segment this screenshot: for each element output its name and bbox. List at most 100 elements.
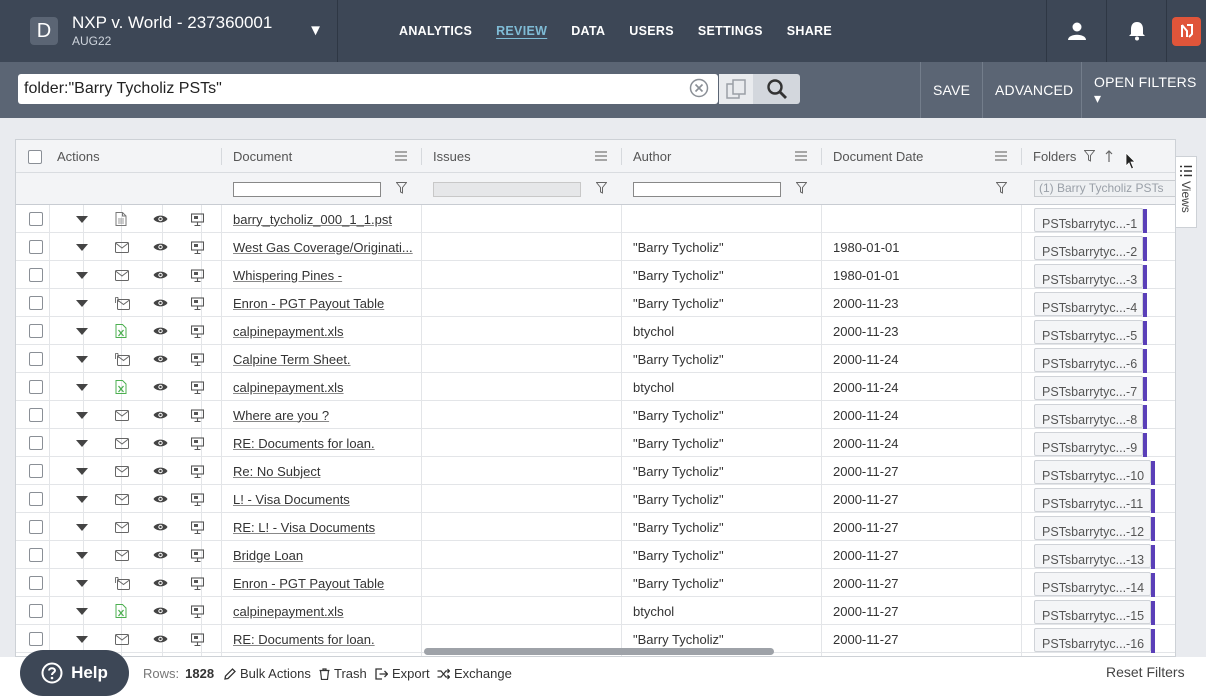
folder-tag[interactable]: PSTsbarrytyc...-11 (1034, 488, 1155, 513)
presentation-icon[interactable] (191, 569, 204, 597)
preview-eye-icon[interactable] (153, 513, 168, 541)
row-checkbox[interactable] (29, 520, 43, 534)
folder-tag[interactable]: PSTsbarrytyc...-10 (1034, 460, 1155, 485)
folder-tag[interactable]: PSTsbarrytyc...-13 (1034, 544, 1155, 569)
preview-eye-icon[interactable] (153, 457, 168, 485)
reset-filters-button[interactable]: Reset Filters (1106, 664, 1185, 680)
caret-down-icon[interactable]: ▼ (308, 22, 323, 39)
presentation-icon[interactable] (191, 541, 204, 569)
document-link[interactable]: Whispering Pines - (233, 268, 342, 283)
preview-eye-icon[interactable] (153, 289, 168, 317)
document-link[interactable]: Enron - PGT Payout Table (233, 576, 384, 591)
table-row[interactable]: L! - Visa Documents "Barry Tycholiz" 2000-… (16, 485, 1175, 513)
row-expand-caret-icon[interactable] (76, 457, 88, 485)
preview-eye-icon[interactable] (153, 373, 168, 401)
document-link[interactable]: Enron - PGT Payout Table (233, 296, 384, 311)
row-expand-caret-icon[interactable] (76, 569, 88, 597)
preview-eye-icon[interactable] (153, 233, 168, 261)
table-row[interactable]: Whispering Pines - "Barry Tycholiz" 1980-0… (16, 261, 1175, 289)
folder-tag[interactable]: PSTsbarrytyc...-12 (1034, 516, 1155, 541)
presentation-icon[interactable] (191, 233, 204, 261)
folder-tag[interactable]: PSTsbarrytyc...-6 (1034, 348, 1147, 373)
preview-eye-icon[interactable] (153, 625, 168, 653)
document-link[interactable]: Where are you ? (233, 408, 329, 423)
document-link[interactable]: calpinepayment.xls (233, 324, 344, 339)
horizontal-scrollbar[interactable] (424, 648, 774, 655)
user-profile-button[interactable] (1046, 0, 1106, 62)
column-menu-icon[interactable] (795, 151, 807, 161)
preview-eye-icon[interactable] (153, 429, 168, 457)
sort-ascending-icon[interactable] (1105, 150, 1113, 162)
preview-eye-icon[interactable] (153, 597, 168, 625)
column-header-actions[interactable]: Actions (57, 140, 100, 173)
nav-data[interactable]: DATA (571, 24, 605, 38)
nav-users[interactable]: USERS (629, 24, 674, 38)
row-checkbox[interactable] (29, 240, 43, 254)
row-expand-caret-icon[interactable] (76, 597, 88, 625)
select-all-checkbox[interactable] (28, 149, 42, 164)
row-expand-caret-icon[interactable] (76, 513, 88, 541)
row-expand-caret-icon[interactable] (76, 429, 88, 457)
row-checkbox[interactable] (29, 212, 43, 226)
table-row[interactable]: calpinepayment.xls btychol 2000-11-27 PSTsb… (16, 597, 1175, 625)
table-row[interactable]: Where are you ? "Barry Tycholiz" 2000-11-2… (16, 401, 1175, 429)
row-checkbox[interactable] (29, 408, 43, 422)
folder-tag[interactable]: PSTsbarrytyc...-1 (1034, 208, 1147, 233)
filter-active-icon[interactable] (1084, 150, 1095, 162)
preview-eye-icon[interactable] (153, 317, 168, 345)
row-checkbox[interactable] (29, 576, 43, 590)
project-selector[interactable]: D NXP v. World - 237360001 AUG22 ▼ (0, 0, 338, 62)
row-checkbox[interactable] (29, 632, 43, 646)
table-row[interactable]: Enron - PGT Payout Table "Barry Tycholiz"… (16, 289, 1175, 317)
presentation-icon[interactable] (191, 625, 204, 653)
document-link[interactable]: barry_tycholiz_000_1_1.pst (233, 212, 392, 227)
presentation-icon[interactable] (191, 373, 204, 401)
row-expand-caret-icon[interactable] (76, 625, 88, 653)
brand-menu-button[interactable] (1166, 0, 1206, 62)
preview-eye-icon[interactable] (153, 541, 168, 569)
preview-eye-icon[interactable] (153, 401, 168, 429)
folders-filter-value[interactable]: (1) Barry Tycholiz PSTs (1034, 180, 1175, 197)
document-link[interactable]: Bridge Loan (233, 548, 303, 563)
folder-tag[interactable]: PSTsbarrytyc...-5 (1034, 320, 1147, 345)
row-expand-caret-icon[interactable] (76, 541, 88, 569)
presentation-icon[interactable] (191, 597, 204, 625)
funnel-icon[interactable] (996, 182, 1007, 194)
folder-tag[interactable]: PSTsbarrytyc...-16 (1034, 628, 1155, 653)
table-row[interactable]: Re: No Subject "Barry Tycholiz" 2000-11-27… (16, 457, 1175, 485)
document-link[interactable]: calpinepayment.xls (233, 380, 344, 395)
search-input[interactable] (18, 74, 678, 104)
row-expand-caret-icon[interactable] (76, 289, 88, 317)
table-row[interactable]: Bridge Loan "Barry Tycholiz" 2000-11-27 PST… (16, 541, 1175, 569)
table-row[interactable]: West Gas Coverage/Originati... "Barry Tyc… (16, 233, 1175, 261)
author-filter-input[interactable] (633, 182, 781, 197)
document-link[interactable]: Calpine Term Sheet. (233, 352, 351, 367)
clear-search-button[interactable] (689, 78, 709, 98)
presentation-icon[interactable] (191, 289, 204, 317)
row-expand-caret-icon[interactable] (76, 261, 88, 289)
search-button[interactable] (753, 74, 800, 104)
table-row[interactable]: Enron - PGT Payout Table "Barry Tycholiz"… (16, 569, 1175, 597)
row-checkbox[interactable] (29, 604, 43, 618)
table-row[interactable]: RE: Documents for loan. "Barry Tycholiz" 2… (16, 429, 1175, 457)
document-link[interactable]: RE: Documents for loan. (233, 632, 375, 647)
row-checkbox[interactable] (29, 380, 43, 394)
row-checkbox[interactable] (29, 548, 43, 562)
funnel-icon[interactable] (396, 182, 407, 194)
document-link[interactable]: calpinepayment.xls (233, 604, 344, 619)
presentation-icon[interactable] (191, 429, 204, 457)
row-checkbox[interactable] (29, 436, 43, 450)
presentation-icon[interactable] (191, 261, 204, 289)
folder-tag[interactable]: PSTsbarrytyc...-7 (1034, 376, 1147, 401)
notifications-button[interactable] (1106, 0, 1166, 62)
nav-review[interactable]: REVIEW (496, 24, 547, 38)
column-menu-icon[interactable] (595, 151, 607, 161)
folder-tag[interactable]: PSTsbarrytyc...-9 (1034, 432, 1147, 457)
table-row[interactable]: calpinepayment.xls btychol 2000-11-24 PSTsb… (16, 373, 1175, 401)
presentation-icon[interactable] (191, 485, 204, 513)
folder-tag[interactable]: PSTsbarrytyc...-15 (1034, 600, 1155, 625)
document-link[interactable]: West Gas Coverage/Originati... (233, 240, 413, 255)
row-checkbox[interactable] (29, 492, 43, 506)
row-expand-caret-icon[interactable] (76, 317, 88, 345)
preview-eye-icon[interactable] (153, 205, 168, 233)
